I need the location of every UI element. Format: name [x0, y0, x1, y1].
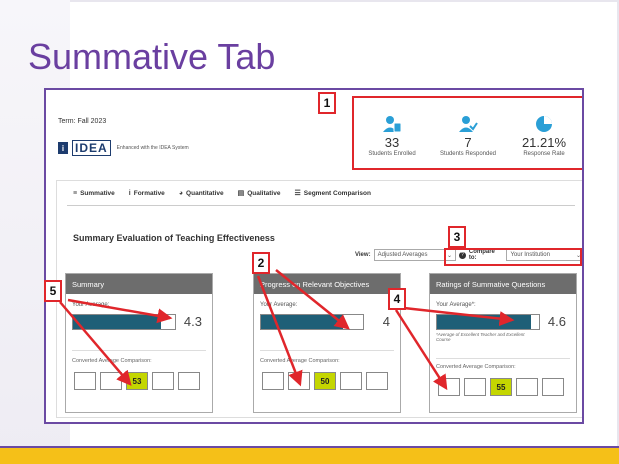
card-divider: [436, 358, 570, 359]
students-responded-icon: [459, 116, 478, 132]
average-score: 4.6: [547, 314, 566, 329]
tabs-panel: ≡ Summative i Formative ◕ Quantitative ▤…: [56, 180, 582, 418]
comparison-box: [178, 372, 200, 390]
tab-label: Qualitative: [247, 189, 281, 197]
summative-icon: ≡: [73, 189, 78, 197]
average-score: 4.3: [183, 314, 202, 329]
qualitative-icon: ▤: [237, 190, 245, 197]
compare-highlight-outline: [444, 248, 582, 266]
tab-qualitative[interactable]: ▤ Qualitative: [237, 189, 281, 198]
card-title: Summary: [66, 274, 212, 294]
comparison-box: [288, 372, 310, 390]
response-stats-panel: 33 Students Enrolled 7 Students Responde…: [352, 96, 582, 170]
comparison-box: [74, 372, 96, 390]
comparison-label: Converted Average Comparison:: [260, 358, 340, 364]
stat-value: 7: [464, 135, 472, 150]
comparison-box: [100, 372, 122, 390]
comparison-label: Converted Average Comparison:: [72, 358, 152, 364]
callout-1: 1: [318, 92, 336, 114]
callout-4: 4: [388, 288, 406, 310]
comparison-box: [366, 372, 388, 390]
average-bar: [260, 314, 364, 330]
card-divider: [72, 350, 206, 351]
average-score: 4: [382, 314, 390, 329]
tab-label: Summative: [80, 189, 115, 197]
tabs-divider: [67, 205, 575, 206]
tab-label: Segment Comparison: [303, 189, 371, 197]
average-bar: [436, 314, 540, 330]
comparison-box-highlighted: 53: [126, 372, 148, 390]
term-label: Term: Fall 2023: [58, 118, 107, 125]
idea-logo-tagline: Enhanced with the IDEA System: [116, 145, 189, 151]
average-bar: [72, 314, 176, 330]
comparison-box: [516, 378, 538, 396]
tab-summative[interactable]: ≡ Summative: [73, 189, 115, 197]
idea-logo-mark: i: [58, 142, 68, 154]
comparison-boxes: 53: [74, 372, 200, 390]
callout-5: 5: [44, 280, 62, 302]
stat-label: Students Enrolled: [368, 151, 416, 157]
tab-segment-comparison[interactable]: ☰ Segment Comparison: [294, 189, 371, 198]
view-label: View:: [355, 252, 371, 258]
stat-label: Response Rate: [523, 151, 565, 157]
comparison-box: [152, 372, 174, 390]
card-title: Ratings of Summative Questions: [430, 274, 576, 294]
card-progress-objectives: Progress on Relevant Objectives Your Ave…: [253, 273, 401, 413]
callout-3: 3: [448, 226, 466, 248]
comparison-box: [262, 372, 284, 390]
students-enrolled-icon: [383, 116, 402, 133]
average-bar-fill: [73, 315, 161, 329]
comparison-box: [542, 378, 564, 396]
average-bar-fill: [261, 315, 343, 329]
report-tabs: ≡ Summative i Formative ◕ Quantitative ▤…: [73, 189, 371, 198]
card-divider: [260, 350, 394, 351]
comparison-label: Converted Average Comparison:: [436, 364, 516, 370]
your-average-label: Your Average:: [72, 302, 110, 308]
comparison-box-highlighted: 50: [314, 372, 336, 390]
slide-footer-bar: [0, 448, 619, 464]
comparison-box: [464, 378, 486, 396]
response-rate-pie-icon: [536, 116, 552, 132]
tab-label: Quantitative: [186, 189, 224, 197]
tab-label: Formative: [133, 189, 165, 197]
comparison-boxes: 50: [262, 372, 388, 390]
comparison-box: [438, 378, 460, 396]
average-footnote: *Average of Excellent Teacher and Excell…: [436, 332, 525, 342]
tab-formative[interactable]: i Formative: [129, 189, 165, 197]
quantitative-icon: ◕: [178, 189, 184, 197]
average-bar-fill: [437, 315, 531, 329]
comparison-box-highlighted: 55: [490, 378, 512, 396]
stat-value: 21.21%: [521, 135, 567, 150]
stat-response-rate: 21.21% Response Rate: [508, 115, 580, 157]
section-title: Summary Evaluation of Teaching Effective…: [73, 233, 275, 243]
view-select-value: Adjusted Averages: [377, 252, 428, 258]
comparison-box: [340, 372, 362, 390]
stat-students-responded: 7 Students Responded: [432, 115, 504, 157]
tab-quantitative[interactable]: ◕ Quantitative: [179, 189, 224, 197]
slide-title: Summative Tab: [28, 36, 276, 77]
stat-students-enrolled: 33 Students Enrolled: [356, 115, 428, 157]
card-summative-questions: Ratings of Summative Questions Your Aver…: [429, 273, 577, 413]
formative-icon: i: [128, 189, 131, 197]
card-summary: Summary Your Average: 4.3 Converted Aver…: [65, 273, 213, 413]
stat-value: 33: [384, 135, 400, 150]
segment-comparison-icon: ☰: [294, 190, 301, 197]
idea-logo-text: IDEA: [72, 140, 111, 156]
callout-2: 2: [252, 252, 270, 274]
stat-label: Students Responded: [439, 151, 497, 157]
idea-logo: i IDEA Enhanced with the IDEA System: [58, 140, 189, 156]
card-title: Progress on Relevant Objectives: [254, 274, 400, 294]
your-average-label: Your Average*:: [436, 302, 476, 308]
your-average-label: Your Average:: [260, 302, 298, 308]
comparison-boxes: 55: [438, 378, 564, 396]
